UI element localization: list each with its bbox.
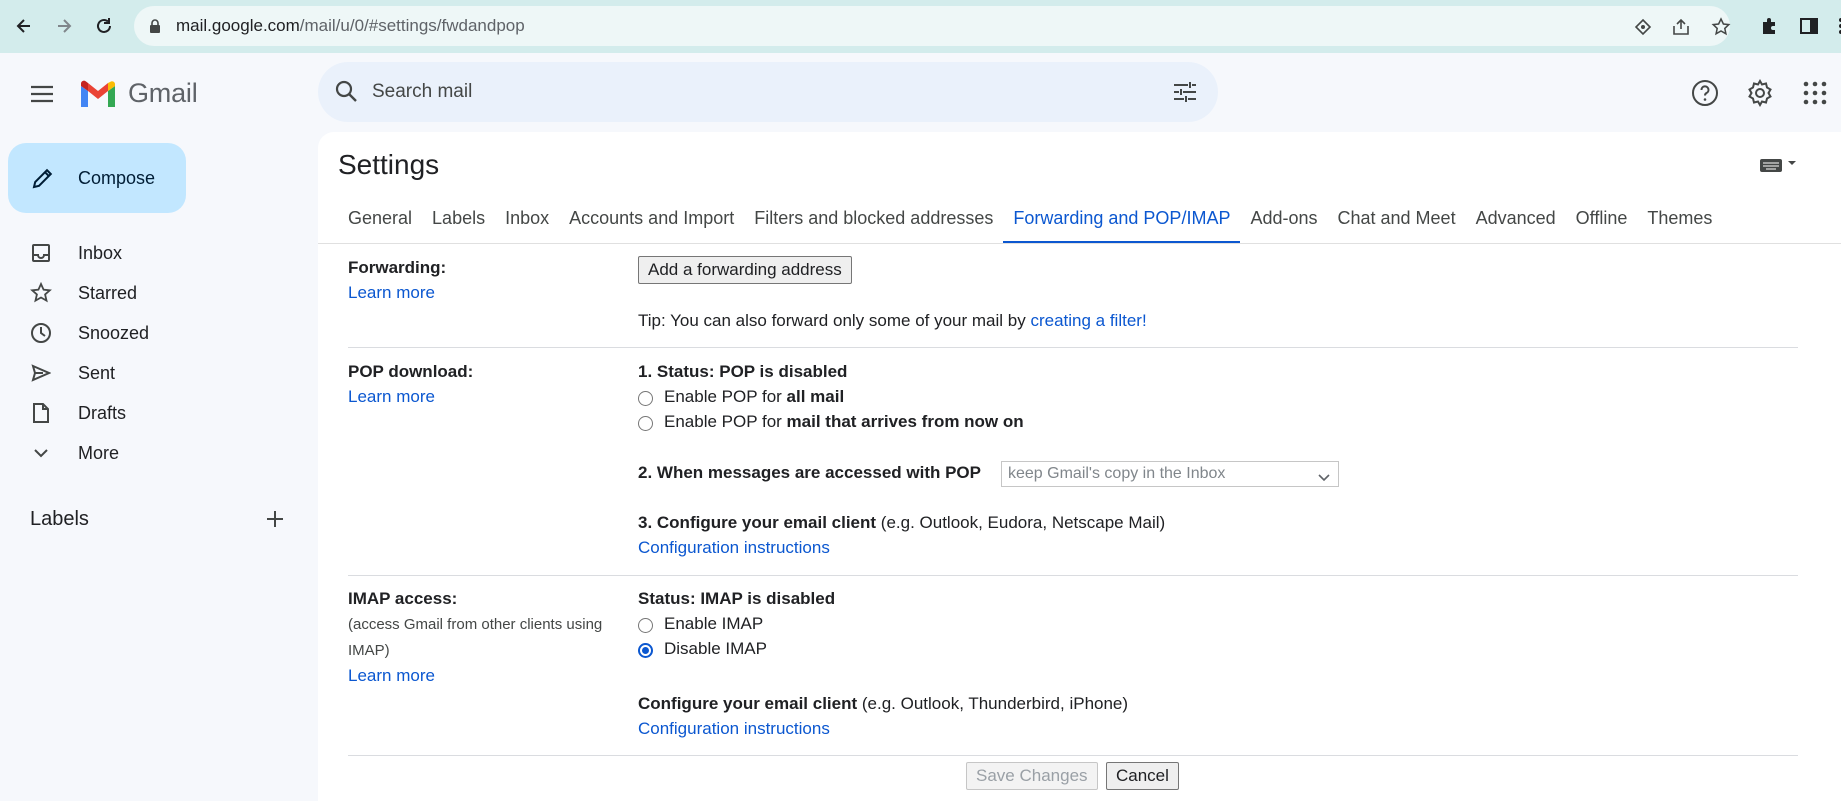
settings-gear-icon[interactable]: [1745, 78, 1775, 108]
imap-configuration-instructions-link[interactable]: Configuration instructions: [638, 719, 830, 739]
tab-add-ons[interactable]: Add-ons: [1240, 200, 1327, 244]
compose-button[interactable]: Compose: [8, 143, 186, 213]
settings-tabs: General Labels Inbox Accounts and Import…: [338, 200, 1722, 244]
sidebar-item-label: Inbox: [78, 243, 123, 263]
send-icon: [30, 362, 52, 384]
sidebar-item-label: More: [78, 443, 120, 463]
pop-learn-more-link[interactable]: Learn more: [348, 387, 435, 407]
forwarding-tip: Tip: You can also forward only some of y…: [638, 311, 1147, 330]
disable-imap-radio[interactable]: [638, 643, 653, 658]
imap-access-label: IMAP access:: [348, 589, 458, 608]
address-bar[interactable]: mail.google.com/mail/u/0/#settings/fwdan…: [134, 6, 1732, 46]
imap-configure-client: Configure your email client (e.g. Outloo…: [638, 694, 1129, 713]
lock-icon: [148, 18, 164, 34]
sidebar-item-label: Snoozed: [78, 323, 150, 343]
pop-configure-client: 3. Configure your email client (e.g. Out…: [638, 513, 1166, 532]
browser-menu-icon[interactable]: [1829, 14, 1841, 38]
labels-heading: Labels: [30, 508, 89, 530]
clock-icon: [30, 322, 52, 344]
pop-configuration-instructions-link[interactable]: Configuration instructions: [638, 538, 830, 558]
enable-pop-all-label: Enable POP for all mail: [664, 387, 845, 406]
sidebar-item-label: Sent: [78, 363, 116, 383]
disable-imap-label: Disable IMAP: [664, 639, 767, 658]
pop-status: 1. Status: POP is disabled: [638, 362, 848, 381]
pop-when-accessed-label: 2. When messages are accessed with POP: [638, 463, 981, 482]
help-icon[interactable]: [1690, 78, 1720, 108]
forwarding-label: Forwarding:: [348, 258, 447, 277]
enable-imap-radio[interactable]: [638, 618, 653, 633]
main-menu-icon[interactable]: [24, 76, 60, 112]
draft-icon: [30, 402, 52, 424]
sidebar-item-more[interactable]: More: [0, 435, 300, 471]
sidebar-item-label: Starred: [78, 283, 138, 303]
input-tools-icon[interactable]: [1760, 154, 1800, 174]
cancel-button[interactable]: Cancel: [1106, 762, 1179, 790]
sidebar-item-starred[interactable]: Starred: [0, 275, 300, 311]
tab-inbox[interactable]: Inbox: [495, 200, 559, 244]
side-panel-icon[interactable]: [1797, 14, 1821, 38]
enable-imap-label: Enable IMAP: [664, 614, 764, 633]
tab-labels[interactable]: Labels: [422, 200, 495, 244]
enable-pop-now-on-label: Enable POP for mail that arrives from no…: [664, 412, 1024, 431]
tab-advanced[interactable]: Advanced: [1466, 200, 1566, 244]
browser-toolbar: mail.google.com/mail/u/0/#settings/fwdan…: [0, 0, 1841, 53]
chevron-down-icon: [30, 442, 52, 464]
sidebar-item-label: Drafts: [78, 403, 127, 423]
add-forwarding-address-button[interactable]: Add a forwarding address: [638, 256, 852, 284]
sidebar-item-sent[interactable]: Sent: [0, 355, 300, 391]
tab-forwarding-and-pop-imap[interactable]: Forwarding and POP/IMAP: [1003, 200, 1241, 244]
tab-chat-and-meet[interactable]: Chat and Meet: [1328, 200, 1466, 244]
gmail-logo[interactable]: Gmail: [78, 78, 198, 109]
url-text: mail.google.com/mail/u/0/#settings/fwdan…: [176, 16, 525, 35]
tab-offline[interactable]: Offline: [1566, 200, 1638, 244]
imap-learn-more-link[interactable]: Learn more: [348, 666, 435, 686]
imap-status: Status: IMAP is disabled: [638, 589, 836, 608]
add-label-icon[interactable]: [264, 508, 286, 530]
tab-themes[interactable]: Themes: [1637, 200, 1722, 244]
share-icon[interactable]: [1670, 16, 1692, 38]
tab-accounts-and-import[interactable]: Accounts and Import: [559, 200, 744, 244]
sidebar-item-snoozed[interactable]: Snoozed: [0, 315, 300, 351]
gmail-logo-text: Gmail: [128, 78, 198, 108]
section-divider: [348, 347, 1798, 348]
apps-grid-icon[interactable]: [1800, 78, 1830, 108]
back-icon[interactable]: [8, 10, 40, 42]
gmail-logo-icon: [80, 80, 115, 107]
compose-label: Compose: [78, 168, 156, 188]
search-icon[interactable]: [334, 79, 358, 108]
pencil-icon: [31, 166, 55, 195]
forwarding-learn-more-link[interactable]: Learn more: [348, 283, 435, 303]
tab-filters-and-blocked-addresses[interactable]: Filters and blocked addresses: [744, 200, 1003, 244]
tab-general[interactable]: General: [338, 200, 422, 244]
sidebar-item-inbox[interactable]: Inbox: [0, 235, 300, 271]
page-title: Settings: [338, 149, 440, 180]
enable-pop-now-on-radio[interactable]: [638, 416, 653, 431]
save-changes-button[interactable]: Save Changes: [966, 762, 1098, 790]
forward-icon[interactable]: [48, 10, 80, 42]
search-input[interactable]: Search mail: [372, 81, 472, 103]
search-options-icon[interactable]: [1172, 80, 1198, 109]
inbox-icon: [30, 242, 52, 264]
section-divider: [348, 755, 1798, 756]
creating-filter-link[interactable]: creating a filter!: [1030, 311, 1146, 330]
pop-download-label: POP download:: [348, 362, 474, 381]
bookmark-star-icon[interactable]: [1710, 16, 1732, 38]
pop-action-select[interactable]: keep Gmail's copy in the Inbox: [1001, 461, 1339, 487]
pop-action-value: keep Gmail's copy in the Inbox: [1008, 465, 1226, 482]
imap-access-description: (access Gmail from other clients using I…: [348, 616, 603, 659]
enable-pop-all-radio[interactable]: [638, 391, 653, 406]
star-icon: [30, 282, 52, 304]
tabs-divider: [318, 243, 1841, 244]
sidebar-item-drafts[interactable]: Drafts: [0, 395, 300, 431]
chevron-down-icon: [1318, 469, 1330, 487]
reload-icon[interactable]: [88, 10, 120, 42]
extensions-icon[interactable]: [1757, 14, 1781, 38]
lens-icon[interactable]: [1632, 16, 1654, 38]
section-divider: [348, 575, 1798, 576]
search-bar[interactable]: Search mail: [318, 62, 1218, 122]
